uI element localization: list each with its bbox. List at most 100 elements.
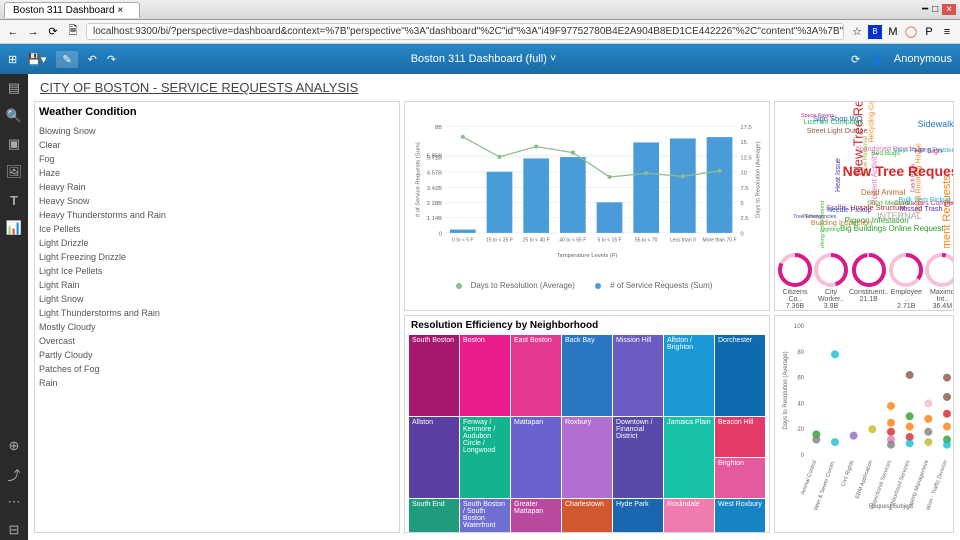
rail-image-icon[interactable]: 🖼 bbox=[4, 162, 24, 182]
weather-item[interactable]: Ice Pellets bbox=[39, 222, 395, 236]
treemap-cell[interactable]: Mattapan bbox=[511, 417, 561, 498]
weather-item[interactable]: Heavy Rain bbox=[39, 180, 395, 194]
back-icon[interactable]: ← bbox=[6, 25, 20, 39]
wordcloud-word[interactable]: Bed Bugs bbox=[871, 150, 900, 157]
rail-folder-icon[interactable]: ▤ bbox=[4, 78, 24, 98]
weather-item[interactable]: Clear bbox=[39, 138, 395, 152]
weather-item[interactable]: Heavy Snow bbox=[39, 194, 395, 208]
bookmark-icon[interactable]: ☆ bbox=[850, 25, 864, 39]
weather-item[interactable]: Fog bbox=[39, 152, 395, 166]
close-icon[interactable]: × bbox=[117, 5, 123, 16]
menu-icon[interactable]: ≡ bbox=[940, 25, 954, 39]
treemap-cell[interactable]: Back Bay bbox=[562, 335, 612, 416]
rail-settings-icon[interactable]: ⊟ bbox=[4, 520, 24, 540]
wordcloud-word[interactable]: Heat Issue bbox=[834, 158, 842, 192]
wordcloud-word[interactable]: Space Savers bbox=[801, 113, 834, 119]
user-icon[interactable]: 👤 bbox=[870, 53, 884, 66]
treemap-cell[interactable]: Allston bbox=[409, 417, 459, 498]
rail-search-icon[interactable]: 🔍 bbox=[4, 106, 24, 126]
donut[interactable]: Constituent..21.1B bbox=[849, 252, 888, 310]
wordcloud-word[interactable]: Dead Animal bbox=[861, 188, 905, 197]
user-label[interactable]: Anonymous bbox=[894, 53, 952, 65]
treemap-cell[interactable]: South End bbox=[409, 499, 459, 533]
treemap-cell[interactable]: Allston / Brighton bbox=[664, 335, 714, 416]
close-icon[interactable]: × bbox=[942, 4, 956, 15]
rail-add-icon[interactable]: ⊕ bbox=[4, 436, 24, 456]
donut[interactable]: Employee ..2.71B bbox=[888, 252, 924, 310]
scatter-panel[interactable]: 020406080100Animal ControlBoston Water &… bbox=[774, 315, 954, 533]
wordcloud-panel[interactable]: New Tree RequestsImprovement RequestsSid… bbox=[774, 101, 954, 311]
weather-item[interactable]: Blowing Snow bbox=[39, 124, 395, 138]
treemap-cell[interactable]: Fenway / Kenmore / Audubon Circle / Long… bbox=[460, 417, 510, 498]
ext-p-icon[interactable]: P bbox=[922, 25, 936, 39]
home-icon[interactable]: ⊞ bbox=[8, 53, 17, 66]
donut[interactable]: Maximo Int..36.4M bbox=[924, 252, 954, 310]
rail-upload-icon[interactable]: ⤴ bbox=[4, 464, 24, 484]
maximize-icon[interactable]: □ bbox=[932, 4, 938, 15]
treemap-cell[interactable]: South Boston bbox=[409, 335, 459, 416]
rail-chart-icon[interactable]: 📊 bbox=[4, 218, 24, 238]
svg-text:Less than 0: Less than 0 bbox=[670, 237, 696, 243]
weather-item[interactable]: Mostly Cloudy bbox=[39, 320, 395, 334]
weather-item[interactable]: Light Ice Pellets bbox=[39, 264, 395, 278]
treemap-cell[interactable]: Charlestown bbox=[562, 499, 612, 533]
wordcloud-word[interactable]: Recycling Cart bbox=[869, 102, 876, 142]
treemap-cell[interactable]: Mission Hill bbox=[613, 335, 663, 416]
undo-icon[interactable]: ↶ bbox=[88, 53, 97, 66]
wordcloud-word[interactable]: Street Light Outage bbox=[807, 128, 868, 135]
reload-icon[interactable]: ⟳ bbox=[46, 25, 60, 39]
treemap-cell[interactable]: West Roxbury bbox=[715, 499, 765, 533]
weather-item[interactable]: Haze bbox=[39, 166, 395, 180]
weather-item[interactable]: Light Rain bbox=[39, 278, 395, 292]
svg-text:80: 80 bbox=[797, 350, 804, 356]
minimize-icon[interactable]: ━ bbox=[922, 4, 928, 15]
browser-tab[interactable]: Boston 311 Dashboard × bbox=[4, 2, 140, 18]
wordcloud-word[interactable]: Improvement Requests bbox=[941, 175, 953, 248]
rail-text-icon[interactable]: T bbox=[4, 190, 24, 210]
wordcloud-word[interactable]: Short Measure bbox=[867, 200, 911, 207]
treemap-cell[interactable]: Greater Mattapan bbox=[511, 499, 561, 533]
url-input[interactable]: localhost:9300/bi/?perspective=dashboard… bbox=[86, 23, 844, 40]
treemap-cell[interactable]: Roxbury bbox=[562, 417, 612, 498]
treemap-panel[interactable]: Resolution Efficiency by Neighborhood So… bbox=[404, 315, 770, 533]
ext-opera-icon[interactable]: ◯ bbox=[904, 25, 918, 39]
weather-item[interactable]: Patches of Fog bbox=[39, 362, 395, 376]
treemap-cell[interactable]: Dorchester bbox=[715, 335, 765, 416]
app-header: ⊞ 💾▾ ✎ ↶ ↷ Boston 311 Dashboard (full) ˅… bbox=[0, 44, 960, 74]
wordcloud-word[interactable]: HP Sign bbox=[915, 146, 943, 155]
weather-item[interactable]: Light Thunderstorms and Rain bbox=[39, 306, 395, 320]
svg-text:5.85B: 5.85B bbox=[427, 154, 442, 160]
treemap-cell[interactable]: East Boston bbox=[511, 335, 561, 416]
wordcloud-word[interactable]: Lighting bbox=[821, 227, 840, 233]
ext-mail-icon[interactable]: M bbox=[886, 25, 900, 39]
treemap-cell[interactable]: Brighton bbox=[715, 458, 765, 498]
wordcloud-word[interactable]: Building Inspection bbox=[811, 218, 872, 227]
rail-widget-icon[interactable]: ▣ bbox=[4, 134, 24, 154]
wordcloud-word[interactable]: Sidewalk Repair bbox=[918, 119, 953, 129]
forward-icon[interactable]: → bbox=[26, 25, 40, 39]
donut[interactable]: Citizens Co..7.36B bbox=[777, 252, 813, 310]
treemap-cell[interactable]: Roslindale bbox=[664, 499, 714, 533]
ext-b-icon[interactable]: B bbox=[868, 25, 882, 39]
edit-icon[interactable]: ✎ bbox=[56, 51, 77, 68]
rail-more-icon[interactable]: ⋯ bbox=[4, 492, 24, 512]
treemap-cell[interactable]: Jamaica Plain bbox=[664, 417, 714, 498]
redo-icon[interactable]: ↷ bbox=[107, 53, 116, 66]
weather-item[interactable]: Partly Cloudy bbox=[39, 348, 395, 362]
donut[interactable]: City Worker..3.9B bbox=[813, 252, 849, 310]
weather-item[interactable]: Rain bbox=[39, 376, 395, 390]
weather-item[interactable]: Light Snow bbox=[39, 292, 395, 306]
treemap-cell[interactable]: South Boston / South Boston Waterfront bbox=[460, 499, 510, 533]
dashboard-title[interactable]: Boston 311 Dashboard (full) ˅ bbox=[126, 53, 841, 65]
weather-item[interactable]: Overcast bbox=[39, 334, 395, 348]
treemap-cell[interactable]: Downtown / Financial District bbox=[613, 417, 663, 498]
refresh-icon[interactable]: ⟳ bbox=[851, 53, 860, 66]
weather-item[interactable]: Heavy Thunderstorms and Rain bbox=[39, 208, 395, 222]
treemap-cell[interactable]: Boston bbox=[460, 335, 510, 416]
temperature-chart-panel[interactable]: 01.14B2.28B3.42B4.57B5.71B5.85B8B02.557.… bbox=[404, 101, 770, 311]
treemap-cell[interactable]: Hyde Park bbox=[613, 499, 663, 533]
save-icon[interactable]: 💾▾ bbox=[27, 53, 46, 66]
treemap-cell[interactable]: Beacon Hill bbox=[715, 417, 765, 457]
weather-item[interactable]: Light Freezing Drizzle bbox=[39, 250, 395, 264]
weather-item[interactable]: Light Drizzle bbox=[39, 236, 395, 250]
